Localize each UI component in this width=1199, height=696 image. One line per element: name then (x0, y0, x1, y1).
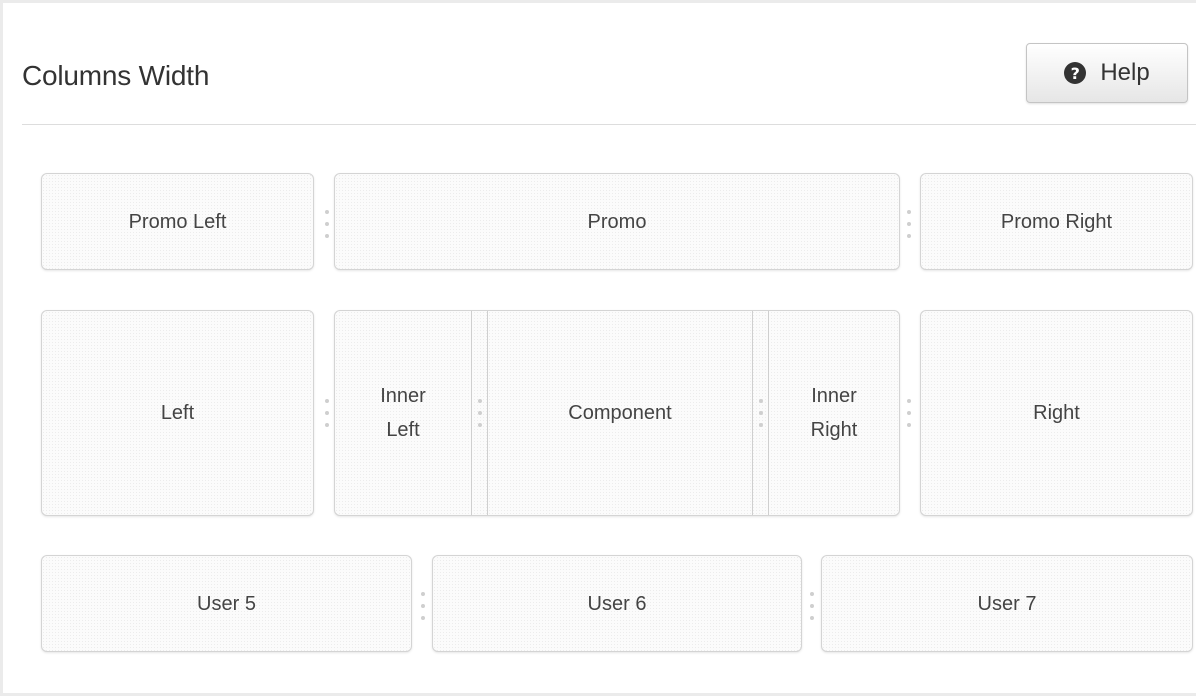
column-label-line: Inner (380, 385, 426, 407)
drag-handle-icon (325, 411, 329, 415)
resize-handle-user6[interactable] (810, 592, 814, 620)
column-divider (752, 311, 753, 515)
column-label: User 7 (977, 592, 1037, 615)
help-label: Help (1100, 59, 1150, 86)
drag-handle-icon (325, 210, 329, 214)
column-label: Left (160, 402, 195, 424)
column-user5[interactable]: User 5 (41, 555, 412, 652)
drag-handle-icon (325, 234, 329, 238)
header-divider (22, 124, 1196, 125)
resize-handle-promo-right[interactable] (907, 210, 911, 238)
resize-handle-inner-left[interactable] (478, 399, 482, 427)
column-right[interactable]: Right (920, 310, 1193, 516)
column-label-line: Right (810, 419, 858, 441)
column-label: Right (1033, 402, 1080, 424)
column-promo[interactable]: Promo (334, 173, 900, 270)
column-user6[interactable]: User 6 (432, 555, 802, 652)
help-button[interactable]: ? Help (1026, 43, 1188, 103)
column-label-line: Left (386, 419, 420, 441)
drag-handle-icon (810, 604, 814, 608)
drag-handle-icon (907, 222, 911, 226)
column-divider (471, 311, 472, 515)
drag-handle-icon (325, 222, 329, 226)
drag-handle-icon (907, 210, 911, 214)
drag-handle-icon (478, 411, 482, 415)
drag-handle-icon (421, 604, 425, 608)
drag-handle-icon (759, 423, 763, 427)
drag-handle-icon (907, 399, 911, 403)
column-promo-right[interactable]: Promo Right (920, 173, 1193, 270)
column-inner-left[interactable]: Inner Left (335, 311, 471, 515)
column-component[interactable]: Component (488, 311, 752, 515)
drag-handle-icon (478, 423, 482, 427)
resize-handle-promo-left[interactable] (325, 210, 329, 238)
drag-handle-icon (810, 616, 814, 620)
columns-width-panel: Columns Width ? Help Promo Left Promo Pr… (0, 0, 1196, 696)
resize-handle-left[interactable] (325, 399, 329, 427)
drag-handle-icon (759, 411, 763, 415)
column-inner-right[interactable]: Inner Right (769, 311, 899, 515)
drag-handle-icon (907, 234, 911, 238)
column-label: Promo (587, 210, 647, 233)
column-left[interactable]: Left (41, 310, 314, 516)
resize-handle-inner-right[interactable] (759, 399, 763, 427)
column-label: User 6 (587, 592, 647, 615)
column-user7[interactable]: User 7 (821, 555, 1193, 652)
page-title: Columns Width (22, 60, 210, 91)
drag-handle-icon (421, 592, 425, 596)
column-label: Promo Left (128, 210, 227, 233)
resize-handle-user5[interactable] (421, 592, 425, 620)
question-circle-icon: ? (1064, 62, 1087, 84)
column-promo-left[interactable]: Promo Left (41, 173, 314, 270)
column-label: User 5 (197, 592, 256, 615)
column-label: Component (568, 402, 672, 424)
drag-handle-icon (478, 399, 482, 403)
drag-handle-icon (759, 399, 763, 403)
drag-handle-icon (325, 423, 329, 427)
drag-handle-icon (907, 423, 911, 427)
column-component-group: Inner Left Component Inner Right (334, 310, 900, 516)
drag-handle-icon (421, 616, 425, 620)
resize-handle-right[interactable] (907, 399, 911, 427)
column-label-line: Inner (811, 385, 857, 407)
drag-handle-icon (810, 592, 814, 596)
drag-handle-icon (907, 411, 911, 415)
column-label: Promo Right (1000, 210, 1113, 233)
drag-handle-icon (325, 399, 329, 403)
